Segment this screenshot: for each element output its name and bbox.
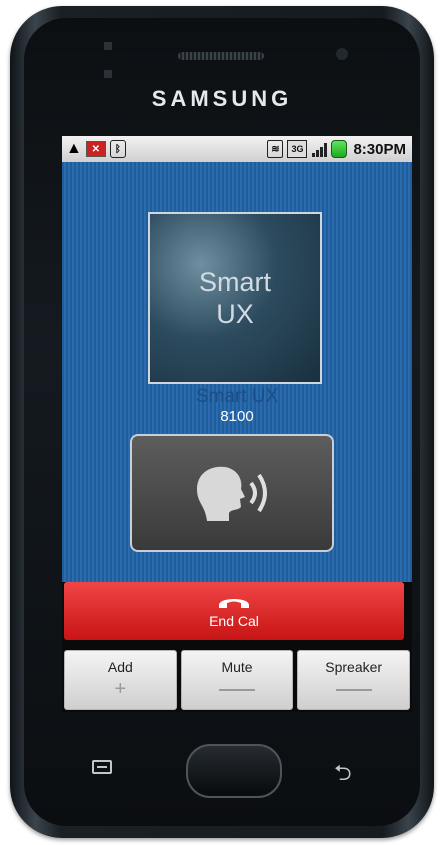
battery-icon bbox=[331, 140, 348, 158]
photo-text-line1: Smart bbox=[198, 267, 271, 297]
menu-key-icon[interactable] bbox=[92, 760, 112, 774]
bluetooth-icon: ᛒ bbox=[109, 140, 126, 158]
phone-hangup-icon bbox=[219, 599, 249, 608]
3g-icon: 3G bbox=[287, 140, 308, 158]
call-area: Smart UX Smart UX 8100 bbox=[62, 162, 412, 582]
caller-name: Smart UX bbox=[195, 386, 279, 407]
light-sensor bbox=[104, 70, 112, 78]
status-bar: ▲ ✕ ᛒ ≋ 3G 8:30PM bbox=[62, 136, 412, 162]
mute-toggle-indicator bbox=[219, 689, 255, 691]
front-camera bbox=[336, 48, 348, 60]
earpiece-speaker bbox=[178, 52, 264, 60]
missed-call-icon: ✕ bbox=[85, 141, 106, 157]
speaker-label: Spreaker bbox=[325, 659, 383, 675]
home-button[interactable] bbox=[186, 744, 282, 798]
wifi-icon: ≋ bbox=[267, 140, 284, 158]
end-call-label: End Cal bbox=[209, 613, 259, 629]
brand-logo: SAMSUNG bbox=[151, 86, 293, 111]
plus-icon: + bbox=[114, 678, 127, 700]
photo-text-line2: UX bbox=[216, 299, 254, 329]
signal-icon bbox=[311, 141, 327, 157]
speaking-head-icon bbox=[197, 466, 267, 521]
back-arrow-icon[interactable]: ⮌ bbox=[334, 756, 352, 794]
speaking-indicator[interactable] bbox=[130, 434, 334, 552]
speaker-toggle-indicator bbox=[335, 689, 372, 691]
mute-button[interactable]: Mute bbox=[180, 650, 294, 710]
add-label: Add bbox=[107, 659, 133, 675]
add-call-button[interactable]: Add + bbox=[64, 650, 177, 710]
speaker-button[interactable]: Spreaker bbox=[297, 650, 411, 710]
contact-photo: Smart UX bbox=[148, 212, 322, 384]
caller-number: 8100 bbox=[220, 408, 254, 425]
proximity-sensor bbox=[104, 42, 112, 50]
phone-screen: ▲ ✕ ᛒ ≋ 3G 8:30PM Smart UX Smart UX 8100 bbox=[62, 136, 412, 712]
mute-label: Mute bbox=[221, 659, 253, 675]
call-controls: Add + Mute Spreaker bbox=[64, 650, 411, 710]
end-call-button[interactable]: End Cal bbox=[64, 582, 404, 640]
status-time: 8:30PM bbox=[353, 140, 406, 158]
warning-icon: ▲ bbox=[66, 140, 82, 157]
